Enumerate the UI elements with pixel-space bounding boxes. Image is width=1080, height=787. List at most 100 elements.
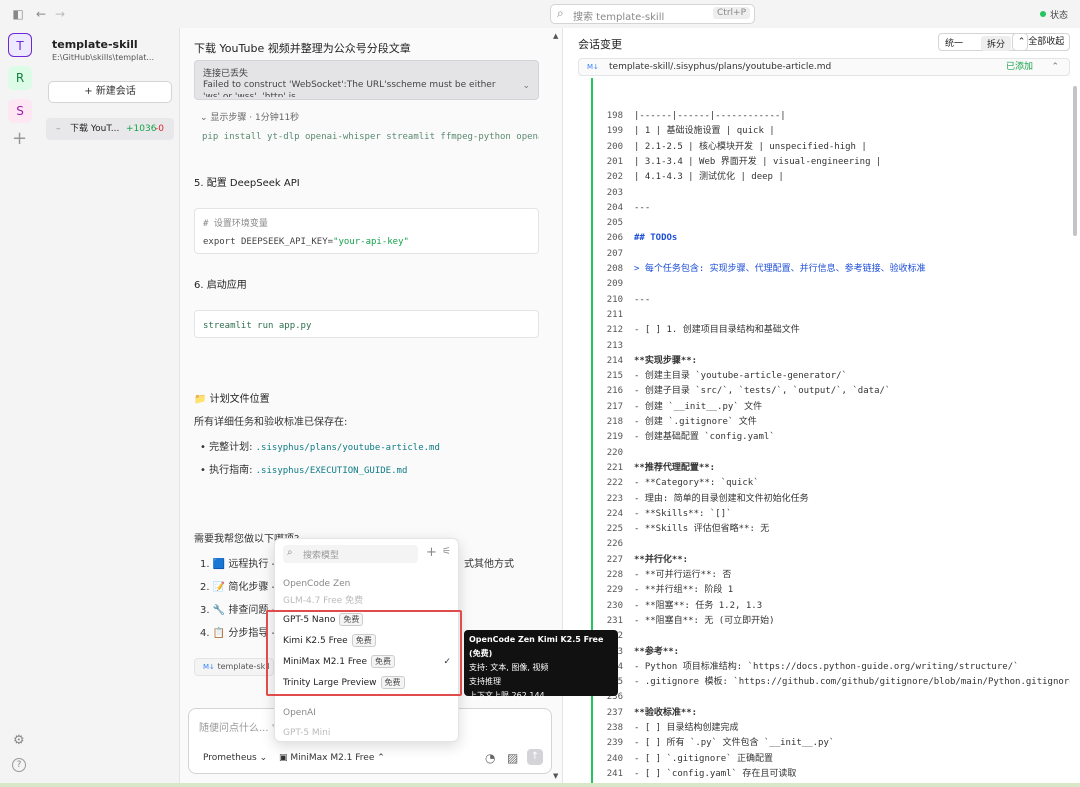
settings-gear-icon[interactable]: ⚙	[13, 733, 25, 748]
global-search-input[interactable]: ⌕ 搜索 template-skill Ctrl+P	[550, 4, 755, 24]
back-arrow-icon[interactable]: ←	[33, 6, 49, 22]
line-number: 222	[606, 478, 623, 489]
collapse-all-button[interactable]: ⌃ 全部收起	[1012, 33, 1070, 51]
session-item[interactable]: – 下载 YouT... +1036 -0	[46, 118, 174, 140]
session-name: 下载 YouT...	[70, 124, 120, 134]
diff-file-header[interactable]: M↓ template-skill/.sisyphus/plans/youtub…	[578, 58, 1070, 76]
manage-models-icon[interactable]: ⚟	[442, 546, 451, 557]
line-text: > 每个任务包含: 实现步骤、代理配置、并行信息、参考链接、验收标准	[634, 264, 926, 274]
line-text: - [ ] 1. 创建项目目录结构和基础文件	[634, 325, 800, 336]
model-selector[interactable]: ▣ MiniMax M2.1 Free ⌃	[279, 753, 385, 763]
line-number: 219	[606, 432, 623, 443]
bottom-strip	[0, 783, 1080, 787]
option-4: 4. 📋 分步指导 -	[200, 628, 276, 639]
connection-error-box[interactable]: 连接已丢失 Failed to construct 'WebSocket':Th…	[194, 60, 539, 100]
search-icon: ⌕	[287, 547, 293, 558]
plan-guide-bullet: • 执行指南: .sisyphus/EXECUTION_GUIDE.md	[200, 465, 408, 476]
agent-selector[interactable]: Prometheus ⌄	[203, 753, 267, 763]
status-label: 状态	[1049, 11, 1068, 21]
option-2: 2. 📝 简化步骤 -	[200, 582, 276, 593]
highlight-box	[266, 610, 462, 696]
section6-title: 6. 启动应用	[194, 280, 247, 291]
plan-description: 所有详细任务和验收标准已保存在:	[194, 417, 348, 428]
line-text: ---	[634, 294, 651, 305]
line-number: 211	[606, 309, 623, 320]
search-icon: ⌕	[557, 6, 564, 20]
line-number: 224	[606, 508, 623, 519]
tooltip-title: OpenCode Zen Kimi K2.5 Free (免费)	[469, 635, 604, 658]
sidebar-toggle-icon[interactable]: ◧	[10, 6, 26, 22]
line-text: - **可并行运行**: 否	[634, 570, 732, 580]
line-text: - **Skills 评估但省略**: 无	[634, 524, 770, 535]
line-text: - [ ] `config.yaml` 存在且可读取	[634, 768, 797, 779]
seg-unified[interactable]: 统一	[945, 36, 963, 49]
chevron-down-icon: ⌄	[200, 113, 211, 123]
file-chip[interactable]: M↓ template-skil	[194, 658, 274, 676]
line-text: - [ ] `.gitignore` 正确配置	[634, 753, 773, 764]
error-detail: Failed to construct 'WebSocket':The URL'…	[203, 80, 496, 97]
env-assign: DEEPSEEK_API_KEY=	[240, 237, 334, 247]
diff-content: 198 |------|------|------------| 199 | 1 | …	[578, 78, 1070, 784]
project-avatar-r[interactable]: R	[8, 66, 32, 90]
line-number: 231	[606, 615, 623, 626]
env-code-block: # 设置环境变量 export DEEPSEEK_API_KEY="your-a…	[194, 208, 539, 254]
plan-heading: 📁 计划文件位置	[194, 394, 270, 405]
diff-scrollbar[interactable]	[1073, 86, 1077, 236]
diff-file-status: 已添加	[1005, 62, 1033, 72]
model-item-gpt5-mini[interactable]: GPT-5 Mini	[283, 728, 330, 738]
model-item-glm[interactable]: GLM-4.7 Free 免费	[283, 593, 363, 606]
status-indicator[interactable]: 状态	[1039, 8, 1068, 21]
line-text: - 创建 `__init__.py` 文件	[634, 401, 763, 412]
add-project-icon[interactable]: +	[12, 128, 27, 149]
model-search-input[interactable]: ⌕ 搜索模型	[283, 545, 418, 563]
line-number: 215	[606, 371, 623, 382]
line-number: 209	[606, 279, 623, 290]
option-1-tail: 式其他方式	[464, 559, 514, 570]
model-selector-label: MiniMax M2.1 Free ⌃	[290, 753, 385, 763]
project-avatar-t[interactable]: T	[8, 33, 32, 57]
chevron-down-icon[interactable]: ⌄	[522, 81, 530, 91]
line-text: - **Skills**: `[]`	[634, 508, 732, 519]
line-text: - [ ] 所有 `.py` 文件包含 `__init__.py`	[634, 738, 835, 749]
forward-arrow-icon[interactable]: →	[52, 6, 68, 22]
scroll-down-icon[interactable]: ▼	[553, 772, 558, 780]
line-number: 213	[606, 340, 623, 351]
collapse-all-label: 全部收起	[1028, 37, 1065, 47]
line-number: 226	[606, 539, 623, 550]
chevron-icon: ⌃	[1017, 37, 1029, 47]
context-usage-icon[interactable]: ◔	[485, 751, 495, 765]
line-text: | 2.1-2.5 | 核心模块开发 | unspecified-high |	[634, 141, 867, 152]
group-openai: OpenAI	[283, 708, 316, 718]
add-model-icon[interactable]: +	[426, 545, 437, 560]
run-command: streamlit run app.py	[203, 321, 312, 331]
session-sidebar: template-skill E:\GitHub\skills\templat.…	[40, 28, 180, 787]
scroll-up-icon[interactable]: ▲	[553, 32, 558, 40]
line-number: 199	[606, 126, 623, 137]
line-text: - .gitignore 模板: `https://github.com/git…	[634, 677, 1070, 688]
plan-full-path[interactable]: .sisyphus/plans/youtube-article.md	[256, 443, 440, 453]
line-number: 221	[606, 462, 623, 473]
line-number: 208	[606, 264, 623, 274]
model-tooltip: OpenCode Zen Kimi K2.5 Free (免费) 支持: 文本,…	[464, 630, 618, 700]
plan-full-label: 完整计划:	[209, 442, 256, 453]
seg-split[interactable]: 拆分	[981, 36, 1012, 51]
chevron-up-icon[interactable]: ⌃	[1051, 59, 1059, 75]
session-added-count: +1036	[126, 124, 157, 134]
line-number: 201	[606, 156, 623, 167]
run-code-block: streamlit run app.py	[194, 310, 539, 338]
show-steps-toggle[interactable]: ⌄ 显示步骤 · 1分钟11秒	[200, 110, 299, 123]
line-text: **实现步骤**:	[634, 355, 698, 366]
help-icon[interactable]: ?	[12, 758, 26, 772]
tooltip-context: 上下文上限 262,144	[469, 691, 545, 700]
session-removed-count: -0	[155, 124, 164, 134]
tooltip-reasoning: 支持推理	[469, 677, 501, 686]
send-button[interactable]: ↑	[527, 749, 543, 765]
model-search-placeholder: 搜索模型	[303, 551, 340, 561]
line-text: - 创建子目录 `src/`, `tests/`, `output/`, `da…	[634, 386, 891, 397]
line-text: | 4.1-4.3 | 测试优化 | deep |	[634, 172, 784, 183]
plan-guide-path[interactable]: .sisyphus/EXECUTION_GUIDE.md	[256, 466, 408, 476]
project-avatar-s[interactable]: S	[8, 99, 32, 123]
image-upload-icon[interactable]: ▨	[507, 751, 518, 765]
line-text: - [ ] 目录结构创建完成	[634, 723, 739, 733]
new-session-button[interactable]: + 新建会话	[48, 81, 172, 103]
